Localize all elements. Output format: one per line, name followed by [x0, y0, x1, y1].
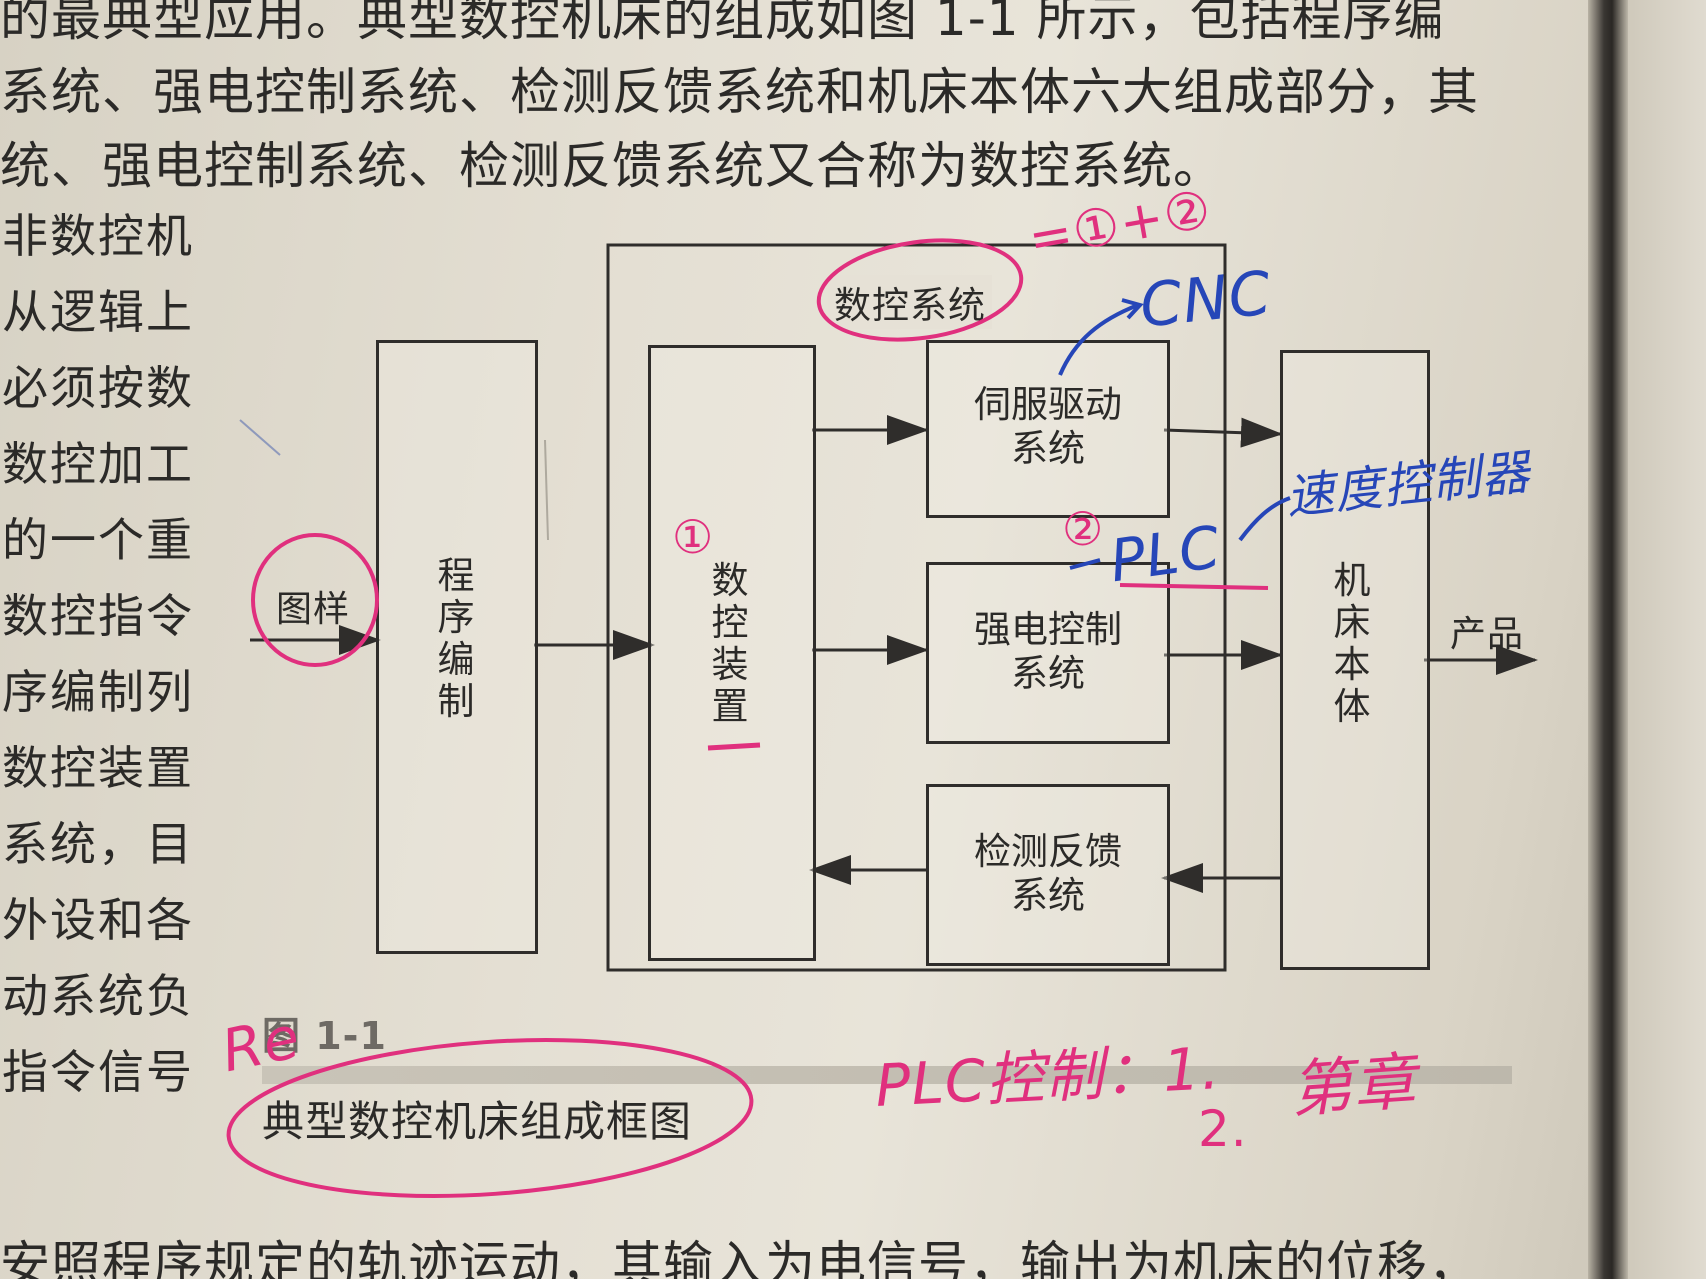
pencil-mark-2 [239, 419, 281, 456]
pencil-mark [544, 439, 549, 541]
blue-stroke-plc [1069, 558, 1101, 570]
blue-cnc-note: CNC [1136, 258, 1275, 342]
pink-plc-note-2: 2. [1198, 1100, 1248, 1158]
pink-circle-caption [226, 1038, 754, 1198]
pink-number-two: ② [1062, 502, 1105, 556]
pink-number-one: ① [672, 510, 715, 564]
pink-circle-nc-system [816, 238, 1024, 342]
pink-chapter-note: 第章 [1287, 1044, 1419, 1127]
pink-circle-drawing [251, 533, 379, 667]
blue-arrow-stroke [1058, 303, 1139, 376]
handwritten-marks [226, 238, 1291, 1198]
blue-stroke-speed [1238, 496, 1291, 542]
pink-underline [707, 742, 761, 751]
